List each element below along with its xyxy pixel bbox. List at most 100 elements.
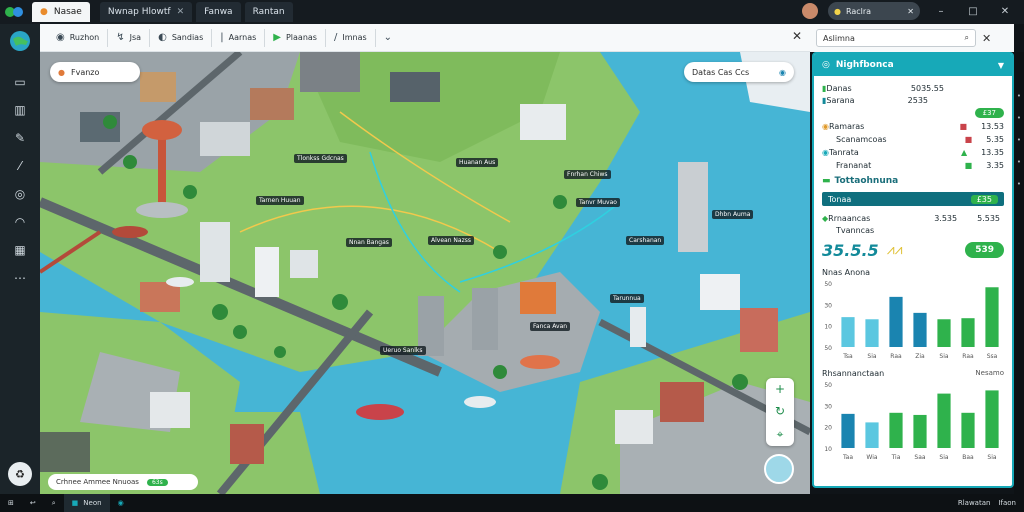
profile-name: Raclra bbox=[845, 6, 872, 16]
map-label[interactable]: Huanan Aus bbox=[456, 158, 499, 167]
close-toolbar-icon[interactable]: ✕ bbox=[792, 29, 802, 43]
city-map[interactable]: ● Fvanzo Datas Cas Ccs ◉ Tlonkss Gdcnas … bbox=[40, 52, 810, 494]
globe-compass-icon[interactable] bbox=[764, 454, 794, 484]
tab-3[interactable]: Rantan bbox=[244, 2, 293, 22]
chart-2-bar[interactable] bbox=[841, 413, 855, 448]
chart-1-bar[interactable] bbox=[889, 296, 903, 347]
avatar[interactable] bbox=[802, 3, 818, 19]
chart-2-bar[interactable] bbox=[961, 412, 975, 448]
chart-1-bar[interactable] bbox=[841, 317, 855, 347]
chart-1-bar[interactable] bbox=[937, 319, 951, 347]
locate-icon[interactable]: ⌖ bbox=[777, 427, 784, 442]
chart-1-bar[interactable] bbox=[985, 287, 999, 347]
alert-icon: ■ bbox=[964, 135, 973, 144]
route-icon: ↯ bbox=[116, 32, 125, 43]
more-icon[interactable]: ⋯ bbox=[0, 264, 40, 292]
map-footer-badge: 63s bbox=[146, 478, 168, 486]
map-canvas[interactable] bbox=[40, 52, 810, 494]
x-tick-label: Tsa bbox=[842, 353, 853, 360]
chart-1-bar[interactable] bbox=[913, 312, 927, 347]
toolbar-item-5[interactable]: / Imnas bbox=[326, 28, 376, 47]
chart-2-bar[interactable] bbox=[985, 390, 999, 448]
list-item[interactable]: ◉ Ramaras ■ 13.53 bbox=[814, 120, 1012, 133]
monitor-icon[interactable]: ▭ bbox=[0, 68, 40, 96]
close-tab-icon[interactable]: ✕ bbox=[177, 7, 185, 17]
coin-icon: ◉ bbox=[822, 122, 829, 131]
start-icon[interactable]: ⊞ bbox=[0, 494, 22, 512]
location-pill-label: Fvanzo bbox=[70, 67, 100, 77]
book-icon[interactable]: ▥ bbox=[0, 96, 40, 124]
map-label[interactable]: Alvean Nazss bbox=[428, 236, 474, 245]
summary-badge[interactable]: £37 bbox=[974, 108, 1004, 118]
taskbar-app-1[interactable]: ◉ bbox=[110, 494, 132, 512]
category-bar[interactable]: Tonaa £35 bbox=[822, 192, 1004, 206]
tab-2[interactable]: Fanwa bbox=[196, 2, 241, 22]
panel-header[interactable]: ◎ Nighfbonca ▼ bbox=[814, 54, 1012, 76]
map-footer-text: Crhnee Ammee Nnuoas bbox=[56, 478, 139, 486]
tab-1[interactable]: Nwnap Hlowtf ✕ bbox=[99, 2, 193, 22]
chart-2-bar[interactable] bbox=[937, 393, 951, 448]
map-label[interactable]: Carshanan bbox=[626, 236, 665, 245]
search-icon[interactable]: ⌕ bbox=[965, 33, 969, 43]
minimize-icon[interactable]: – bbox=[930, 6, 952, 17]
taskbar-search-icon[interactable]: ⌕ bbox=[44, 494, 64, 512]
chart-2-bar[interactable] bbox=[889, 412, 903, 448]
chart-1-bar[interactable] bbox=[865, 319, 879, 347]
profile-pill[interactable]: ● Raclra ✕ bbox=[828, 2, 920, 20]
maximize-icon[interactable]: □ bbox=[962, 6, 984, 17]
section-title: ▬ Tottaohnuna bbox=[814, 172, 1012, 190]
section-marker-icon: ▬ bbox=[822, 176, 831, 186]
info-pill[interactable]: Datas Cas Ccs ◉ bbox=[684, 62, 794, 82]
recycle-icon[interactable]: ♻ bbox=[8, 462, 32, 486]
taskbar-app-label: Neon bbox=[83, 499, 102, 507]
pencil-icon: / bbox=[333, 32, 338, 43]
map-label[interactable]: Tlonkss Gdcnas bbox=[294, 154, 347, 163]
map-label[interactable]: Dhbn Auma bbox=[712, 210, 754, 219]
chart-2-bar[interactable] bbox=[865, 422, 879, 448]
shield-icon[interactable]: ◠ bbox=[0, 208, 40, 236]
toolbar-item-2[interactable]: ◐ Sandias bbox=[150, 28, 213, 47]
toolbar-item-0[interactable]: ◉ Ruzhon bbox=[48, 28, 109, 47]
brush-icon[interactable]: ⁄ bbox=[0, 152, 40, 180]
zoom-in-icon[interactable]: + bbox=[775, 382, 785, 396]
toolbar-item-1[interactable]: ↯ Jsa bbox=[108, 28, 151, 47]
chart-2-bar[interactable] bbox=[913, 414, 927, 448]
map-label[interactable]: Tarunnua bbox=[610, 294, 644, 303]
list-item[interactable]: ◉ Tanrata ▲ 13.35 bbox=[814, 146, 1012, 159]
tab-label: Rantan bbox=[252, 7, 285, 17]
map-label[interactable]: Nnan Bangas bbox=[346, 238, 392, 247]
globe-icon[interactable] bbox=[0, 24, 40, 58]
close-panel-icon[interactable]: ✕ bbox=[982, 32, 991, 45]
toolbar-label: Jsa bbox=[129, 33, 142, 42]
category-bar-label: Tonaa bbox=[828, 194, 852, 204]
big-stat-badge[interactable]: 539 bbox=[965, 242, 1004, 258]
toolbar-item-3[interactable]: | Aarnas bbox=[212, 28, 266, 47]
map-label[interactable]: Fanca Avan bbox=[530, 322, 571, 331]
location-icon[interactable]: ◎ bbox=[0, 180, 40, 208]
toolbar-dropdown[interactable]: ⌄ bbox=[376, 29, 400, 47]
edge-scroll-rail[interactable]: • • • • • bbox=[1014, 52, 1024, 494]
map-label[interactable]: Tanvr Muvao bbox=[576, 198, 620, 207]
list-item[interactable]: Scanamcoas ■ 5.35 bbox=[814, 133, 1012, 146]
taskbar-app-0[interactable]: ■ Neon bbox=[63, 494, 110, 512]
edit-icon[interactable]: ✎ bbox=[0, 124, 40, 152]
chevron-down-icon[interactable]: ▼ bbox=[998, 61, 1004, 70]
rotate-icon[interactable]: ↻ bbox=[775, 404, 785, 418]
toolbar-item-4[interactable]: ▶ Plaanas bbox=[265, 28, 326, 47]
search-input[interactable]: Aslimna ⌕ bbox=[816, 29, 976, 47]
grid-icon[interactable]: ▦ bbox=[0, 236, 40, 264]
compass-icon: ◉ bbox=[56, 32, 65, 43]
map-label[interactable]: Ueruo Sanlks bbox=[380, 346, 426, 355]
toolbar-label: Plaanas bbox=[285, 33, 317, 42]
list-item[interactable]: Frananat ■ 3.35 bbox=[814, 159, 1012, 172]
toolbar-label: Ruzhon bbox=[69, 33, 100, 42]
chart-1-bar[interactable] bbox=[961, 318, 975, 347]
list-value: 13.35 bbox=[981, 148, 1004, 157]
location-pill[interactable]: ● Fvanzo bbox=[50, 62, 140, 82]
close-window-icon[interactable]: ✕ bbox=[994, 6, 1016, 17]
tab-0[interactable]: ● Nasae bbox=[32, 2, 90, 22]
back-icon[interactable]: ↩ bbox=[22, 494, 44, 512]
map-label[interactable]: Fnrhan Chiws bbox=[564, 170, 611, 179]
y-tick-label: 50 bbox=[824, 382, 832, 389]
map-label[interactable]: Tarnen Huuan bbox=[256, 196, 304, 205]
